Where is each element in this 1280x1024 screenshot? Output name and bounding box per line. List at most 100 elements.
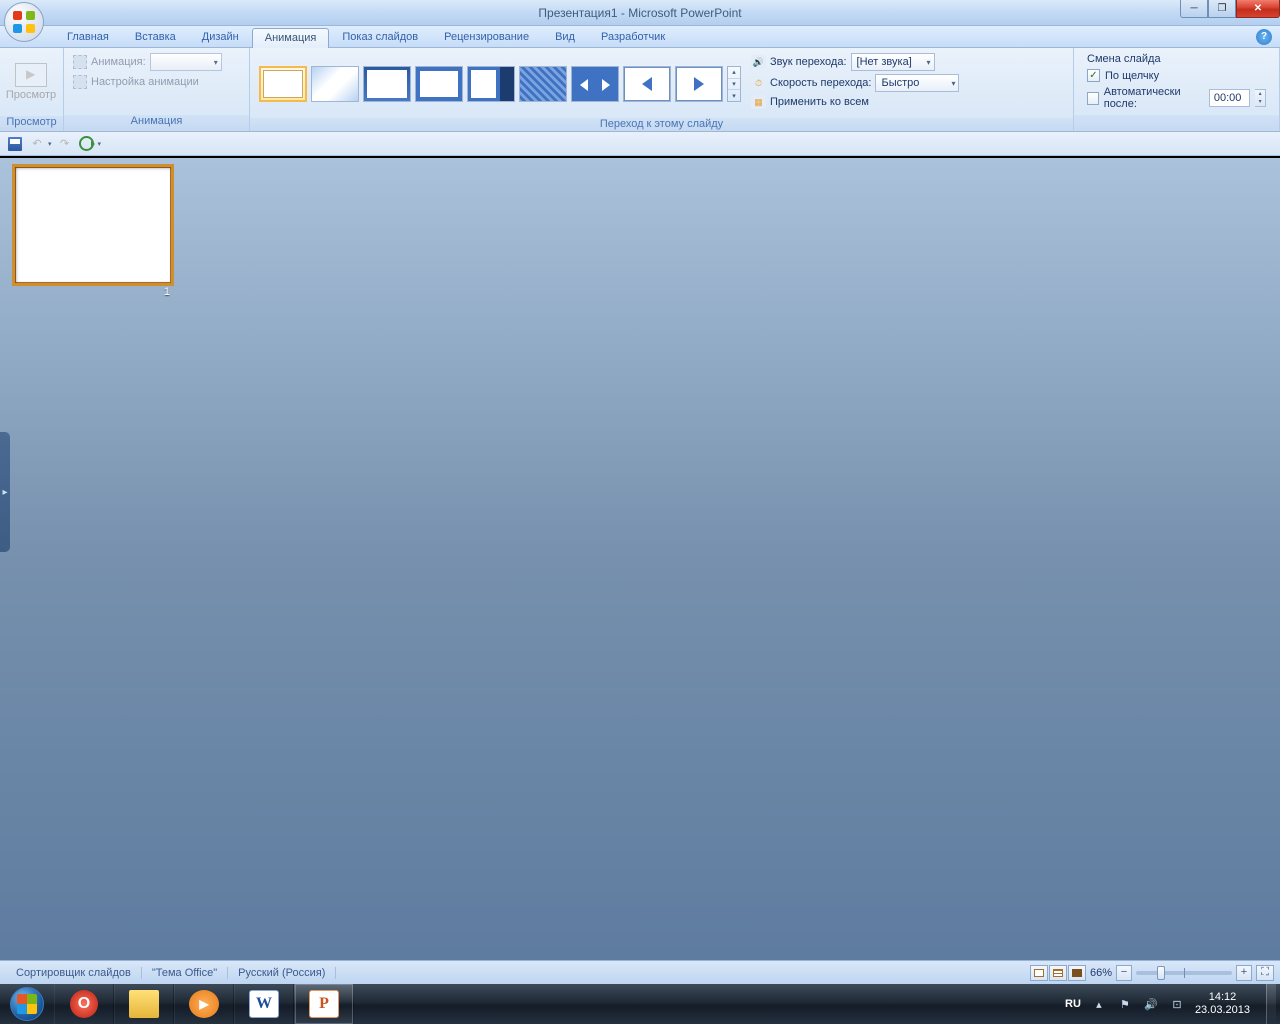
clock-date: 23.03.2013: [1195, 1004, 1250, 1017]
tab-developer[interactable]: Разработчик: [588, 27, 678, 47]
zoom-slider[interactable]: [1136, 971, 1232, 975]
system-tray: RU ▴ ⚑ 🔊 ⊡ 14:12 23.03.2013: [1065, 984, 1280, 1024]
outline-expand-tab[interactable]: ▸: [0, 432, 10, 552]
auto-time-spinner[interactable]: ▴▾: [1255, 89, 1266, 107]
animation-combo[interactable]: [150, 53, 222, 71]
taskbar-word[interactable]: W: [234, 984, 294, 1024]
sound-icon: 🔊: [751, 55, 766, 69]
show-desktop-button[interactable]: [1266, 984, 1276, 1024]
status-language[interactable]: Русский (Россия): [228, 967, 336, 979]
zoom-fit[interactable]: ⛶: [1256, 965, 1274, 981]
windows-logo-icon: [10, 987, 44, 1021]
transition-cover[interactable]: [467, 66, 515, 102]
qat-repeat[interactable]: [78, 135, 96, 153]
view-buttons: [1030, 965, 1086, 981]
tab-insert[interactable]: Вставка: [122, 27, 189, 47]
folder-icon: [129, 990, 159, 1018]
sound-label: Звук перехода:: [770, 56, 847, 68]
group-advance: Смена слайда ✓ По щелчку Автоматически п…: [1074, 48, 1280, 131]
tab-animation[interactable]: Анимация: [252, 28, 330, 48]
taskbar-explorer[interactable]: [114, 984, 174, 1024]
slide-thumbnail-1[interactable]: [12, 164, 174, 286]
tray-volume-icon[interactable]: 🔊: [1143, 996, 1159, 1012]
tray-network-icon[interactable]: ⊡: [1169, 996, 1185, 1012]
qat-save[interactable]: [6, 135, 24, 153]
tab-design[interactable]: Дизайн: [189, 27, 252, 47]
custom-animation-row[interactable]: Настройка анимации: [73, 75, 222, 89]
slide-sorter-view: 1 ▸: [0, 158, 1280, 960]
custom-animation-icon: [73, 75, 87, 89]
sound-combo[interactable]: [Нет звука]: [851, 53, 935, 71]
group-transition: ▴▾▾ 🔊 Звук перехода: [Нет звука] ⏱ Скоро…: [250, 48, 1074, 131]
group-preview-label: Просмотр: [0, 116, 63, 131]
ribbon: Просмотр Просмотр Анимация: Настройка ан…: [0, 48, 1280, 132]
tab-review[interactable]: Рецензирование: [431, 27, 542, 47]
close-button[interactable]: ✕: [1236, 0, 1280, 18]
preview-label: Просмотр: [6, 89, 56, 101]
view-sorter[interactable]: [1049, 965, 1067, 981]
preview-button[interactable]: Просмотр: [5, 51, 57, 113]
qat-more[interactable]: ▾: [98, 140, 102, 148]
transition-none[interactable]: [259, 66, 307, 102]
transition-box-in[interactable]: [363, 66, 411, 102]
transition-push-right[interactable]: [675, 66, 723, 102]
transition-options: 🔊 Звук перехода: [Нет звука] ⏱ Скорость …: [745, 51, 965, 111]
quick-access-toolbar: ↶▾ ↷ ▾: [0, 132, 1280, 156]
transition-push-left[interactable]: [623, 66, 671, 102]
taskbar-clock[interactable]: 14:12 23.03.2013: [1195, 991, 1250, 1017]
status-theme: "Тема Office": [142, 967, 228, 979]
qat-redo[interactable]: ↷: [56, 135, 74, 153]
advance-title: Смена слайда: [1087, 53, 1266, 65]
taskbar-opera[interactable]: O: [54, 984, 114, 1024]
zoom-out[interactable]: −: [1116, 965, 1132, 981]
on-click-checkbox[interactable]: ✓: [1087, 69, 1100, 82]
qat-undo-drop[interactable]: ▾: [48, 140, 52, 148]
transition-box-out[interactable]: [415, 66, 463, 102]
taskbar-powerpoint[interactable]: P: [294, 984, 354, 1024]
view-slideshow[interactable]: [1068, 965, 1086, 981]
apply-to-all[interactable]: ▦ Применить ко всем: [751, 95, 959, 109]
speed-combo[interactable]: Быстро: [875, 74, 959, 92]
start-button[interactable]: [0, 984, 54, 1024]
office-button[interactable]: [4, 2, 44, 42]
group-preview: Просмотр Просмотр: [0, 48, 64, 131]
transition-split[interactable]: [571, 66, 619, 102]
on-click-label: По щелчку: [1105, 70, 1159, 82]
save-icon: [8, 137, 22, 151]
tab-slideshow[interactable]: Показ слайдов: [329, 27, 431, 47]
window-controls: ─ ❐ ✕: [1180, 0, 1280, 18]
zoom-value[interactable]: 66%: [1090, 967, 1112, 979]
status-bar: Сортировщик слайдов "Тема Office" Русски…: [0, 960, 1280, 984]
group-animation-label: Анимация: [64, 115, 249, 131]
qat-undo[interactable]: ↶: [28, 135, 46, 153]
zoom-in[interactable]: +: [1236, 965, 1252, 981]
transition-gallery-more[interactable]: ▴▾▾: [727, 66, 741, 102]
zoom-handle[interactable]: [1157, 966, 1165, 980]
minimize-button[interactable]: ─: [1180, 0, 1208, 18]
tray-show-hidden[interactable]: ▴: [1091, 996, 1107, 1012]
speed-label: Скорость перехода:: [770, 77, 871, 89]
preview-icon: [15, 63, 47, 87]
group-animation: Анимация: Настройка анимации Анимация: [64, 48, 250, 131]
window-title: Презентация1 - Microsoft PowerPoint: [0, 6, 1280, 20]
input-language[interactable]: RU: [1065, 998, 1081, 1010]
slide-number: 1: [12, 286, 174, 298]
transition-fade[interactable]: [311, 66, 359, 102]
transition-checker[interactable]: [519, 66, 567, 102]
maximize-button[interactable]: ❐: [1208, 0, 1236, 18]
title-bar: Презентация1 - Microsoft PowerPoint ─ ❐ …: [0, 0, 1280, 26]
taskbar-mediaplayer[interactable]: [174, 984, 234, 1024]
repeat-icon: [79, 136, 94, 151]
status-view: Сортировщик слайдов: [6, 967, 142, 979]
animation-selector-row: Анимация:: [73, 53, 222, 71]
group-transition-label: Переход к этому слайду: [250, 118, 1073, 131]
apply-all-icon: ▦: [751, 95, 766, 109]
tray-flag-icon[interactable]: ⚑: [1117, 996, 1133, 1012]
tab-home[interactable]: Главная: [54, 27, 122, 47]
auto-after-checkbox[interactable]: [1087, 92, 1099, 105]
view-normal[interactable]: [1030, 965, 1048, 981]
auto-time-field[interactable]: 00:00: [1209, 89, 1250, 107]
slide-thumbnail-wrap: 1: [12, 164, 174, 298]
help-icon[interactable]: ?: [1256, 29, 1272, 45]
tab-view[interactable]: Вид: [542, 27, 588, 47]
